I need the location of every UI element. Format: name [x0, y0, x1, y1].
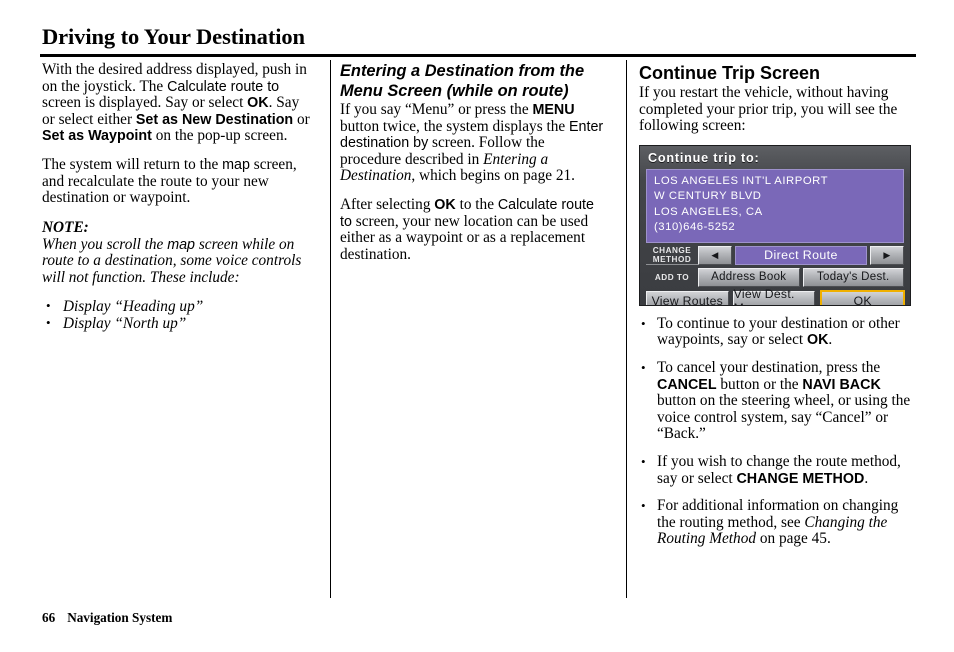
- c1p1-ui-calculate-route-to: Calculate route to: [167, 78, 280, 95]
- c3b4-post: on page 45.: [756, 530, 831, 548]
- col2-heading-line1: Entering a Destination from the: [340, 62, 585, 80]
- c3b1-post: .: [828, 331, 833, 349]
- next-route-method-button[interactable]: ▶: [870, 245, 904, 265]
- destination-street: W CENTURY BLVD: [654, 190, 762, 203]
- col2-heading-line2: Menu Screen (while on route): [340, 81, 569, 100]
- c2p1-post: , which begins on page 21.: [411, 167, 575, 185]
- destination-city-state: LOS ANGELES, CA: [654, 205, 763, 218]
- c3b3-ui-change-method: CHANGE METHOD: [736, 470, 865, 487]
- col1-paragraph-2: The system will return to the map screen…: [42, 155, 314, 207]
- c3b2-ui-cancel: CANCEL: [657, 376, 717, 393]
- c3b1-ui-ok: OK: [806, 332, 829, 349]
- page-footer: 66 Navigation System: [42, 610, 172, 626]
- previous-route-method-button[interactable]: ◀: [698, 245, 732, 265]
- c1p1-post: on the pop-up screen.: [151, 127, 288, 145]
- column-divider-1: [330, 60, 332, 598]
- c3b2-mid1: button or the: [716, 375, 803, 393]
- c1p1-ui-set-as-new-destination: Set as New Destination: [135, 111, 294, 128]
- manual-page: Driving to Your Destination With the des…: [0, 0, 954, 652]
- nav-screen-title: Continue trip to:: [648, 150, 760, 165]
- list-item: For additional information on changing t…: [639, 497, 917, 548]
- col2-heading: Entering a Destination from the Menu Scr…: [340, 62, 608, 101]
- list-item: If you wish to change the route method, …: [639, 453, 917, 487]
- col3-intro: If you restart the vehicle, without havi…: [639, 84, 898, 135]
- address-book-button[interactable]: Address Book: [698, 267, 800, 287]
- column-one: With the desired address displayed, push…: [42, 61, 314, 333]
- c2p2-pre: After selecting: [340, 195, 435, 213]
- route-method-value[interactable]: Direct Route: [735, 245, 867, 265]
- c2p1-pre: If you say “Menu” or press the: [340, 101, 533, 118]
- c1p1-mid3: or: [293, 110, 310, 128]
- c2p1-mid1: button twice, the system displays the: [340, 117, 569, 135]
- view-dest-map-button[interactable]: View Dest. Map: [732, 287, 816, 305]
- c1note-pre: When you scroll the: [42, 235, 168, 253]
- list-item: To continue to your destination or other…: [639, 314, 917, 349]
- add-to-row: ADD TO Address Book Today's Dest.: [646, 267, 904, 287]
- col2-paragraph-2: After selecting OK to the Calculate rout…: [340, 195, 608, 263]
- c1p1-mid1: screen is displayed. Say or select: [42, 94, 248, 112]
- page-title: Driving to Your Destination: [42, 24, 305, 49]
- title-underline: [40, 54, 916, 57]
- view-routes-button[interactable]: View Routes: [646, 290, 729, 305]
- ok-button[interactable]: OK: [820, 289, 906, 305]
- c1p1-ui-ok: OK: [247, 95, 269, 112]
- footer-page-number: 66: [42, 610, 56, 625]
- c2p1-ui-menu: MENU: [532, 102, 575, 118]
- change-method-label-line2: METHOD: [652, 254, 692, 264]
- c2p2-mid1: to the: [455, 195, 498, 213]
- destination-name: LOS ANGELES INT'L AIRPORT: [654, 174, 829, 187]
- continue-trip-screen-figure: Continue trip to: LOS ANGELES INT'L AIRP…: [639, 144, 911, 306]
- footer-section-name: Navigation System: [67, 610, 173, 625]
- c1p1-ui-set-as-waypoint: Set as Waypoint: [42, 128, 152, 145]
- list-item: Display “Heading up”: [42, 297, 314, 316]
- todays-dest-button[interactable]: Today's Dest.: [802, 267, 904, 287]
- c3b1-pre: To continue to your destination or other…: [657, 314, 900, 349]
- column-three: Continue Trip Screen If you restart the …: [639, 62, 917, 559]
- c1p2-ui-map: map: [222, 156, 250, 173]
- c3b3-post: .: [864, 469, 869, 487]
- destination-info-panel: LOS ANGELES INT'L AIRPORT W CENTURY BLVD…: [646, 168, 904, 243]
- change-method-row: CHANGE METHOD ◀ Direct Route ▶: [646, 245, 904, 265]
- column-divider-2: [626, 60, 628, 598]
- change-method-label: CHANGE METHOD: [646, 246, 698, 265]
- c2p2-ui-ok: OK: [434, 196, 456, 213]
- change-method-label-line1: CHANGE: [652, 245, 692, 255]
- col1-note-body: When you scroll the map screen while on …: [42, 235, 314, 287]
- col2-paragraph-1: If you say “Menu” or press the MENU butt…: [340, 101, 608, 185]
- c1p2-pre: The system will return to the: [42, 155, 223, 173]
- col3-bullet-list: To continue to your destination or other…: [639, 314, 917, 548]
- c1note-ui-map: map: [167, 236, 195, 253]
- add-to-label: ADD TO: [654, 272, 690, 282]
- list-item: To cancel your destination, press the CA…: [639, 358, 917, 443]
- column-two: Entering a Destination from the Menu Scr…: [340, 62, 608, 275]
- note-bullet-list: Display “Heading up” Display “North up”: [42, 297, 314, 333]
- c3b2-pre: To cancel your destination, press the: [657, 358, 881, 376]
- c2p2-post: screen, your new location can be used ei…: [340, 212, 589, 263]
- note-label: NOTE:: [42, 218, 89, 236]
- col1-paragraph-1: With the desired address displayed, push…: [42, 61, 314, 145]
- list-item: Display “North up”: [42, 314, 314, 333]
- c3b2-post: button on the steering wheel, or using t…: [657, 392, 911, 443]
- destination-phone: (310)646-5252: [654, 221, 736, 234]
- col3-heading: Continue Trip Screen: [639, 63, 821, 83]
- nav-action-button-row: View Routes View Dest. Map OK: [646, 287, 906, 305]
- c3b2-ui-navi-back: NAVI BACK: [802, 376, 881, 393]
